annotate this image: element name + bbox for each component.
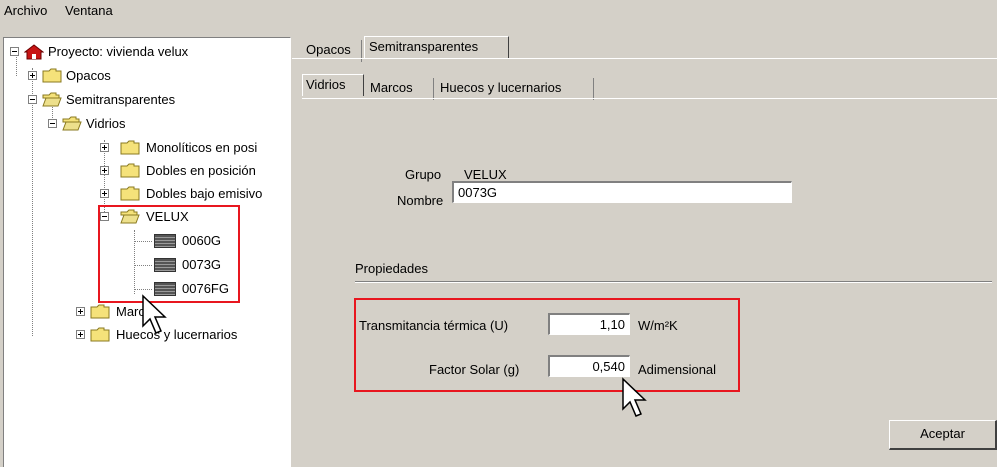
- aceptar-button[interactable]: Aceptar: [889, 420, 997, 450]
- glass-icon: [154, 258, 176, 272]
- grupo-value: VELUX: [464, 167, 507, 182]
- expand-icon[interactable]: [100, 189, 109, 198]
- folder-icon: [120, 186, 140, 201]
- tab-vidrios[interactable]: Vidrios: [302, 74, 364, 96]
- tree-label: Proyecto: vivienda velux: [48, 44, 189, 59]
- expand-icon[interactable]: [76, 307, 85, 316]
- expand-icon[interactable]: [100, 143, 109, 152]
- folder-icon: [90, 327, 110, 342]
- nombre-label: Nombre: [397, 193, 444, 208]
- tree-label: Huecos y lucernarios: [116, 327, 238, 342]
- nombre-input[interactable]: 0073G: [452, 181, 792, 203]
- collapse-icon[interactable]: [100, 212, 109, 221]
- u-label: Transmitancia térmica (U): [359, 318, 509, 333]
- tree-item-0073g[interactable]: 0073G: [4, 256, 290, 274]
- propiedades-label: Propiedades: [355, 261, 428, 276]
- subtab-strip-line: [302, 98, 997, 99]
- tab-semitransparentes[interactable]: Semitransparentes: [364, 36, 509, 58]
- tree-label: 0076FG: [182, 281, 229, 296]
- tree-item-velux[interactable]: VELUX: [4, 208, 290, 226]
- expand-icon[interactable]: [28, 71, 37, 80]
- open-folder-icon: [62, 116, 82, 131]
- expand-icon[interactable]: [76, 330, 85, 339]
- tree-label: Dobles en posición: [146, 163, 256, 178]
- tree-item-dobles[interactable]: Dobles en posición: [4, 162, 290, 180]
- tree-label: Opacos: [66, 68, 111, 83]
- folder-icon: [90, 304, 110, 319]
- g-input[interactable]: 0,540: [548, 355, 630, 377]
- folder-icon: [120, 163, 140, 178]
- tree-label: Semitransparentes: [66, 92, 176, 107]
- folder-icon: [120, 140, 140, 155]
- tree-label: VELUX: [146, 209, 189, 224]
- tree-label: 0060G: [182, 233, 222, 248]
- pointer-cursor-icon: [622, 377, 647, 417]
- tab-strip-line: [292, 58, 997, 59]
- tree-item-dobles-bajo-emisivo[interactable]: Dobles bajo emisivo: [4, 185, 290, 203]
- tree-label: Monolíticos en posi: [146, 140, 258, 155]
- collapse-icon[interactable]: [10, 47, 19, 56]
- expand-icon[interactable]: [100, 166, 109, 175]
- tab-marcos[interactable]: Marcos: [368, 78, 434, 100]
- tree-item-opacos[interactable]: Opacos: [4, 67, 290, 85]
- u-input[interactable]: 1,10: [548, 313, 630, 335]
- tab-huecos-y-lucernarios[interactable]: Huecos y lucernarios: [438, 78, 594, 100]
- pointer-cursor-icon: [142, 294, 167, 334]
- collapse-icon[interactable]: [48, 119, 57, 128]
- project-tree[interactable]: Proyecto: vivienda velux Opacos Semitran…: [3, 37, 291, 467]
- open-folder-icon: [42, 92, 62, 107]
- menu-archivo[interactable]: Archivo: [4, 3, 47, 18]
- g-unit: Adimensional: [638, 362, 717, 377]
- tree-item-monoliticos[interactable]: Monolíticos en posi: [4, 139, 290, 157]
- tree-label: 0073G: [182, 257, 222, 272]
- tree-item-semitransparentes[interactable]: Semitransparentes: [4, 91, 290, 109]
- tree-label: Dobles bajo emisivo: [146, 186, 263, 201]
- propiedades-separator: [355, 281, 992, 283]
- menu-ventana[interactable]: Ventana: [65, 3, 113, 18]
- collapse-icon[interactable]: [28, 95, 37, 104]
- u-unit: W/m²K: [638, 318, 678, 333]
- properties-panel: Opacos Semitransparentes Vidrios Marcos …: [292, 22, 997, 466]
- grupo-label: Grupo: [405, 167, 442, 182]
- tree-item-vidrios[interactable]: Vidrios: [4, 115, 290, 133]
- open-folder-icon: [120, 209, 140, 224]
- glass-icon: [154, 234, 176, 248]
- highlight-box: [354, 298, 740, 392]
- tree-label: Vidrios: [86, 116, 126, 131]
- tree-item-root[interactable]: Proyecto: vivienda velux: [4, 43, 290, 61]
- menu-bar: Archivo Ventana: [0, 0, 997, 22]
- folder-icon: [42, 68, 62, 83]
- house-icon: [24, 44, 44, 60]
- g-label: Factor Solar (g): [429, 362, 520, 377]
- tree-item-0060g[interactable]: 0060G: [4, 232, 290, 250]
